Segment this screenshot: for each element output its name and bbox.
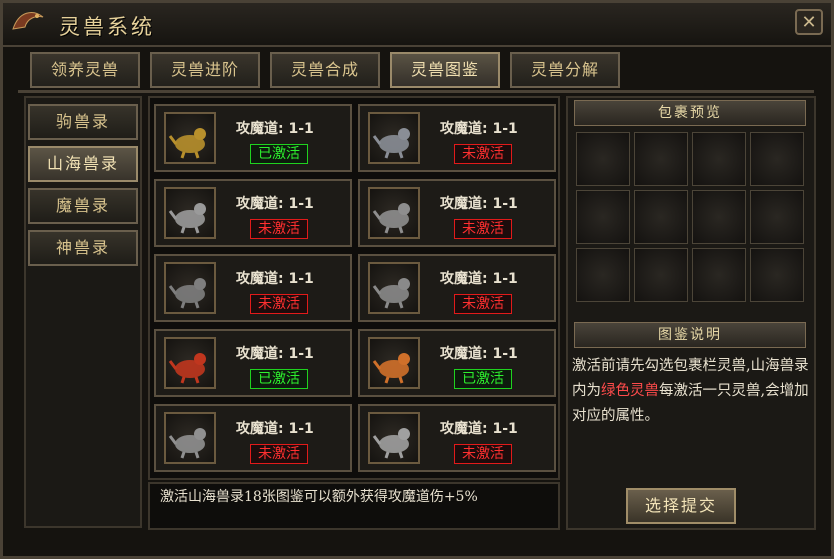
beast-stat: 攻魔道: 1-1	[236, 346, 314, 362]
gray-lion-icon	[372, 203, 410, 234]
close-button[interactable]: ✕	[795, 9, 823, 35]
tab-decompose[interactable]: 灵兽分解	[510, 52, 620, 88]
inventory-slot[interactable]	[634, 132, 688, 186]
activation-status-badge: 未激活	[454, 219, 512, 239]
activation-status-badge: 已激活	[454, 369, 512, 389]
title-bar: 灵兽系统 ✕	[3, 3, 831, 47]
beast-portrait	[368, 262, 420, 314]
tab-handbook[interactable]: 灵兽图鉴	[390, 52, 500, 88]
beast-card[interactable]: 攻魔道: 1-1 未激活	[358, 404, 556, 472]
beast-portrait	[368, 412, 420, 464]
sidebar-item-mo[interactable]: 魔兽录	[28, 188, 138, 224]
inventory-slot[interactable]	[634, 248, 688, 302]
submit-button[interactable]: 选择提交	[626, 488, 736, 524]
gray-eagle-icon	[372, 428, 410, 459]
beast-card[interactable]: 攻魔道: 1-1 已激活	[154, 329, 352, 397]
tab-divider	[18, 90, 814, 93]
beast-card[interactable]: 攻魔道: 1-1 未激活	[154, 179, 352, 247]
inventory-slot[interactable]	[576, 190, 630, 244]
beast-portrait	[164, 262, 216, 314]
fire-bird-icon	[372, 353, 410, 384]
beast-portrait	[164, 337, 216, 389]
red-lion-icon	[168, 353, 206, 384]
beast-portrait	[164, 112, 216, 164]
tab-adopt[interactable]: 领养灵兽	[30, 52, 140, 88]
sidebar-item-shanhai[interactable]: 山海兽录	[28, 146, 138, 182]
beast-stat: 攻魔道: 1-1	[236, 421, 314, 437]
tab-synthesis[interactable]: 灵兽合成	[270, 52, 380, 88]
beast-card[interactable]: 攻魔道: 1-1 未激活	[154, 254, 352, 322]
beast-card[interactable]: 攻魔道: 1-1 未激活	[154, 404, 352, 472]
beast-stat: 攻魔道: 1-1	[440, 196, 518, 212]
beast-stat: 攻魔道: 1-1	[440, 346, 518, 362]
inventory-title: 包裹预览	[574, 100, 806, 126]
activation-status-badge: 未激活	[250, 219, 308, 239]
beast-stat: 攻魔道: 1-1	[236, 271, 314, 287]
beast-stat: 攻魔道: 1-1	[236, 196, 314, 212]
description-text: 激活前请先勾选包裹栏灵兽,山海兽录内为绿色灵兽每激活一只灵兽,会增加对应的属性。	[572, 354, 812, 429]
close-icon: ✕	[801, 12, 817, 33]
armored-wolf-icon	[372, 128, 410, 159]
activation-status-badge: 已激活	[250, 144, 308, 164]
dragon-ornament-icon	[12, 12, 44, 30]
inventory-slot[interactable]	[692, 248, 746, 302]
beast-card[interactable]: 攻魔道: 1-1 已激活	[154, 104, 352, 172]
sidebar-item-ju[interactable]: 驹兽录	[28, 104, 138, 140]
beast-card[interactable]: 攻魔道: 1-1 未激活	[358, 254, 556, 322]
beast-stat: 攻魔道: 1-1	[440, 421, 518, 437]
gray-hound-icon	[372, 278, 410, 309]
inventory-slot[interactable]	[692, 190, 746, 244]
beast-card[interactable]: 攻魔道: 1-1 未激活	[358, 104, 556, 172]
inventory-slot[interactable]	[576, 248, 630, 302]
activation-status-badge: 未激活	[250, 444, 308, 464]
description-highlight: 绿色灵兽	[601, 383, 659, 399]
gray-demon-icon	[168, 278, 206, 309]
beast-portrait	[368, 187, 420, 239]
gray-boar-icon	[168, 428, 206, 459]
sidebar-item-shen[interactable]: 神兽录	[28, 230, 138, 266]
beast-portrait	[164, 412, 216, 464]
beast-portrait	[368, 112, 420, 164]
inventory-slot[interactable]	[634, 190, 688, 244]
description-title: 图鉴说明	[574, 322, 806, 348]
activation-status-badge: 已激活	[250, 369, 308, 389]
window-title: 灵兽系统	[59, 15, 155, 39]
activation-status-badge: 未激活	[454, 144, 512, 164]
beast-card[interactable]: 攻魔道: 1-1 已激活	[358, 329, 556, 397]
beast-stat: 攻魔道: 1-1	[440, 121, 518, 137]
inventory-slot[interactable]	[750, 132, 804, 186]
gold-dragon-icon	[168, 128, 206, 159]
activation-status-badge: 未激活	[454, 444, 512, 464]
tab-advance[interactable]: 灵兽进阶	[150, 52, 260, 88]
beast-portrait	[164, 187, 216, 239]
inventory-slot[interactable]	[750, 248, 804, 302]
inventory-slot[interactable]	[692, 132, 746, 186]
beast-portrait	[368, 337, 420, 389]
inventory-slot[interactable]	[576, 132, 630, 186]
beast-stat: 攻魔道: 1-1	[440, 271, 518, 287]
activation-status-badge: 未激活	[454, 294, 512, 314]
bonus-text: 激活山海兽录18张图鉴可以额外获得攻魔道伤+5%	[148, 482, 560, 530]
beast-stat: 攻魔道: 1-1	[236, 121, 314, 137]
gray-beast-icon	[168, 203, 206, 234]
beast-card[interactable]: 攻魔道: 1-1 未激活	[358, 179, 556, 247]
activation-status-badge: 未激活	[250, 294, 308, 314]
inventory-slot[interactable]	[750, 190, 804, 244]
